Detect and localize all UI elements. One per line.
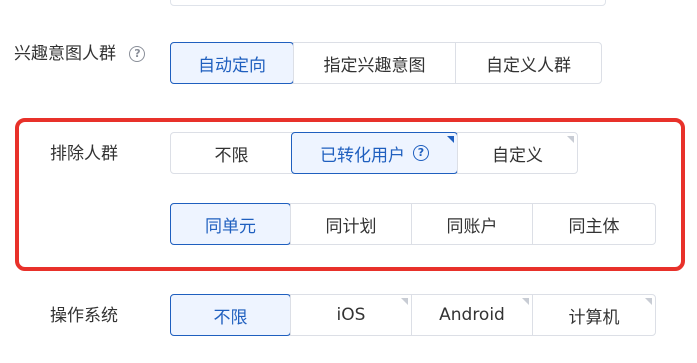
exclude-option-converted-users[interactable]: 已转化用户 ? bbox=[291, 132, 458, 174]
exclude-audience-selector: 不限 已转化用户 ? 自定义 bbox=[170, 132, 578, 174]
interest-option-custom[interactable]: 自定义人群 bbox=[455, 43, 601, 83]
question-circle-icon[interactable]: ? bbox=[129, 46, 146, 62]
interest-option-specified[interactable]: 指定兴趣意图 bbox=[293, 43, 455, 83]
os-option-computer[interactable]: 计算机 bbox=[532, 295, 655, 335]
question-circle-icon[interactable]: ? bbox=[413, 145, 429, 161]
scope-option-same-plan-label: 同计划 bbox=[325, 216, 377, 237]
scope-option-same-entity-label: 同主体 bbox=[568, 216, 620, 237]
os-option-ios[interactable]: iOS bbox=[290, 295, 411, 335]
os-option-computer-label: 计算机 bbox=[568, 307, 620, 328]
scope-option-same-unit-label: 同单元 bbox=[205, 216, 256, 237]
corner-triangle-icon bbox=[447, 136, 454, 143]
corner-triangle-icon bbox=[401, 298, 408, 305]
exclude-option-unlimited-label: 不限 bbox=[214, 145, 249, 166]
exclude-option-unlimited[interactable]: 不限 bbox=[171, 133, 292, 173]
exclude-option-custom[interactable]: 自定义 bbox=[457, 133, 577, 173]
scope-option-same-account-label: 同账户 bbox=[446, 216, 498, 237]
scope-option-same-unit[interactable]: 同单元 bbox=[170, 203, 291, 245]
interest-option-custom-label: 自定义人群 bbox=[486, 55, 571, 76]
os-option-ios-label: iOS bbox=[336, 305, 366, 325]
os-option-unlimited[interactable]: 不限 bbox=[170, 294, 291, 336]
interest-audience-label-text: 兴趣意图人群 bbox=[14, 44, 116, 64]
interest-option-auto-label: 自动定向 bbox=[198, 55, 266, 76]
corner-triangle-icon bbox=[522, 298, 529, 305]
operating-system-selector: 不限 iOS Android 计算机 bbox=[170, 294, 656, 336]
scope-option-same-entity[interactable]: 同主体 bbox=[532, 204, 655, 244]
exclude-option-custom-label: 自定义 bbox=[492, 145, 543, 166]
interest-option-specified-label: 指定兴趣意图 bbox=[323, 55, 426, 76]
interest-audience-label: 兴趣意图人群 ? bbox=[14, 42, 146, 66]
os-option-android-label: Android bbox=[439, 305, 505, 325]
os-option-unlimited-label: 不限 bbox=[213, 307, 248, 328]
corner-triangle-icon bbox=[567, 136, 574, 143]
corner-triangle-icon bbox=[645, 298, 652, 305]
partial-control-top bbox=[170, 0, 606, 6]
scope-option-same-account[interactable]: 同账户 bbox=[411, 204, 532, 244]
exclude-scope-selector: 同单元 同计划 同账户 同主体 bbox=[170, 203, 656, 245]
interest-audience-selector: 自动定向 指定兴趣意图 自定义人群 bbox=[170, 42, 602, 84]
scope-option-same-plan[interactable]: 同计划 bbox=[290, 204, 411, 244]
exclude-audience-label: 排除人群 bbox=[50, 144, 118, 164]
exclude-option-converted-users-label: 已转化用户 bbox=[320, 145, 405, 166]
os-option-android[interactable]: Android bbox=[411, 295, 532, 335]
operating-system-label: 操作系统 bbox=[50, 306, 118, 326]
interest-option-auto[interactable]: 自动定向 bbox=[170, 42, 294, 84]
